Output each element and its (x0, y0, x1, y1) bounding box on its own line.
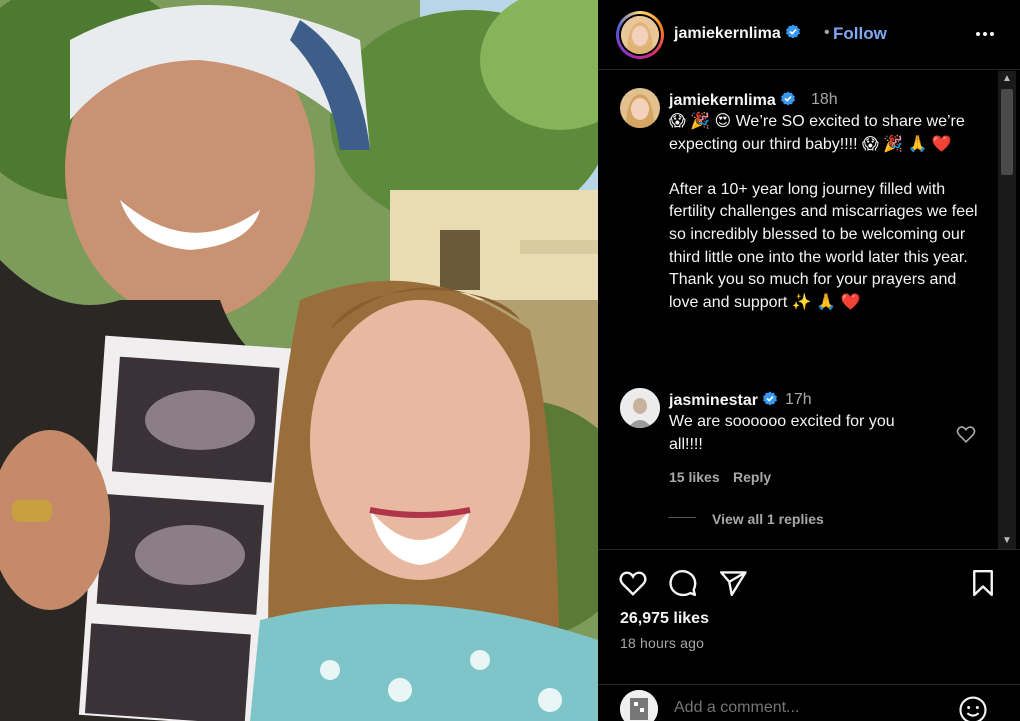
bookmark-icon[interactable] (968, 568, 998, 598)
comment-username-text[interactable]: jasminestar (669, 392, 758, 409)
header-separator: • (824, 24, 830, 41)
emoji-smile-icon[interactable] (958, 695, 988, 721)
caption-time: 18h (811, 91, 838, 108)
author-avatar-icon (621, 16, 659, 54)
comment-reply-button[interactable]: Reply (733, 469, 771, 485)
comment-heart-icon[interactable] (955, 423, 977, 445)
verified-badge-icon (780, 91, 795, 106)
viewer-avatar-icon (620, 690, 658, 721)
add-comment-input[interactable] (674, 699, 944, 717)
comment-avatar-icon (620, 388, 660, 428)
caption-author-avatar[interactable] (620, 88, 660, 128)
comment-text: We are soooooo excited for you all!!!! (669, 413, 900, 453)
comment-bubble-icon[interactable] (668, 568, 698, 598)
viewer-avatar (620, 690, 658, 721)
post-photo (0, 0, 598, 721)
author-username[interactable]: jamiekernlima (674, 24, 801, 43)
post-header: jamiekernlima • Follow (598, 0, 1020, 70)
post-side-panel: jamiekernlima • Follow jamiekernlima 18h… (598, 0, 1020, 721)
view-replies-button[interactable]: View all 1 replies (712, 511, 824, 527)
verified-badge-icon (785, 24, 800, 39)
scroll-up-arrow-icon[interactable]: ▲ (998, 71, 1016, 87)
post-actions: 26,975 likes 18 hours ago (598, 550, 1020, 680)
comments-scrollbar[interactable]: ▲ ▼ (998, 71, 1016, 549)
caption-text: 😱 🎉 😍 We’re SO excited to share we’re ex… (669, 113, 978, 311)
heart-icon[interactable] (618, 568, 648, 598)
paper-plane-icon[interactable] (718, 568, 748, 598)
post-photo-illustration (0, 0, 598, 721)
comment-likes[interactable]: 15 likes (669, 469, 720, 485)
verified-badge-icon (762, 391, 777, 406)
author-avatar[interactable] (616, 11, 664, 59)
comments-list[interactable]: jamiekernlima 18h 😱 🎉 😍 We’re SO excited… (598, 71, 998, 549)
caption-avatar-icon (620, 88, 660, 128)
comment-author-avatar[interactable] (620, 388, 660, 428)
scrollbar-thumb[interactable] (1001, 89, 1013, 175)
author-username-text[interactable]: jamiekernlima (674, 25, 781, 42)
comment-time: 17h (785, 391, 812, 408)
caption-username[interactable]: jamiekernlima (669, 91, 796, 110)
more-horizontal-icon[interactable] (973, 22, 997, 46)
caption-username-text[interactable]: jamiekernlima (669, 92, 776, 109)
post-time-ago: 18 hours ago (620, 635, 705, 651)
add-comment-bar (598, 685, 1020, 721)
view-replies-line (668, 517, 696, 518)
scroll-down-arrow-icon[interactable]: ▼ (998, 533, 1016, 549)
comment-username[interactable]: jasminestar (669, 391, 778, 410)
likes-count[interactable]: 26,975 likes (620, 610, 709, 628)
follow-button[interactable]: Follow (833, 24, 887, 44)
